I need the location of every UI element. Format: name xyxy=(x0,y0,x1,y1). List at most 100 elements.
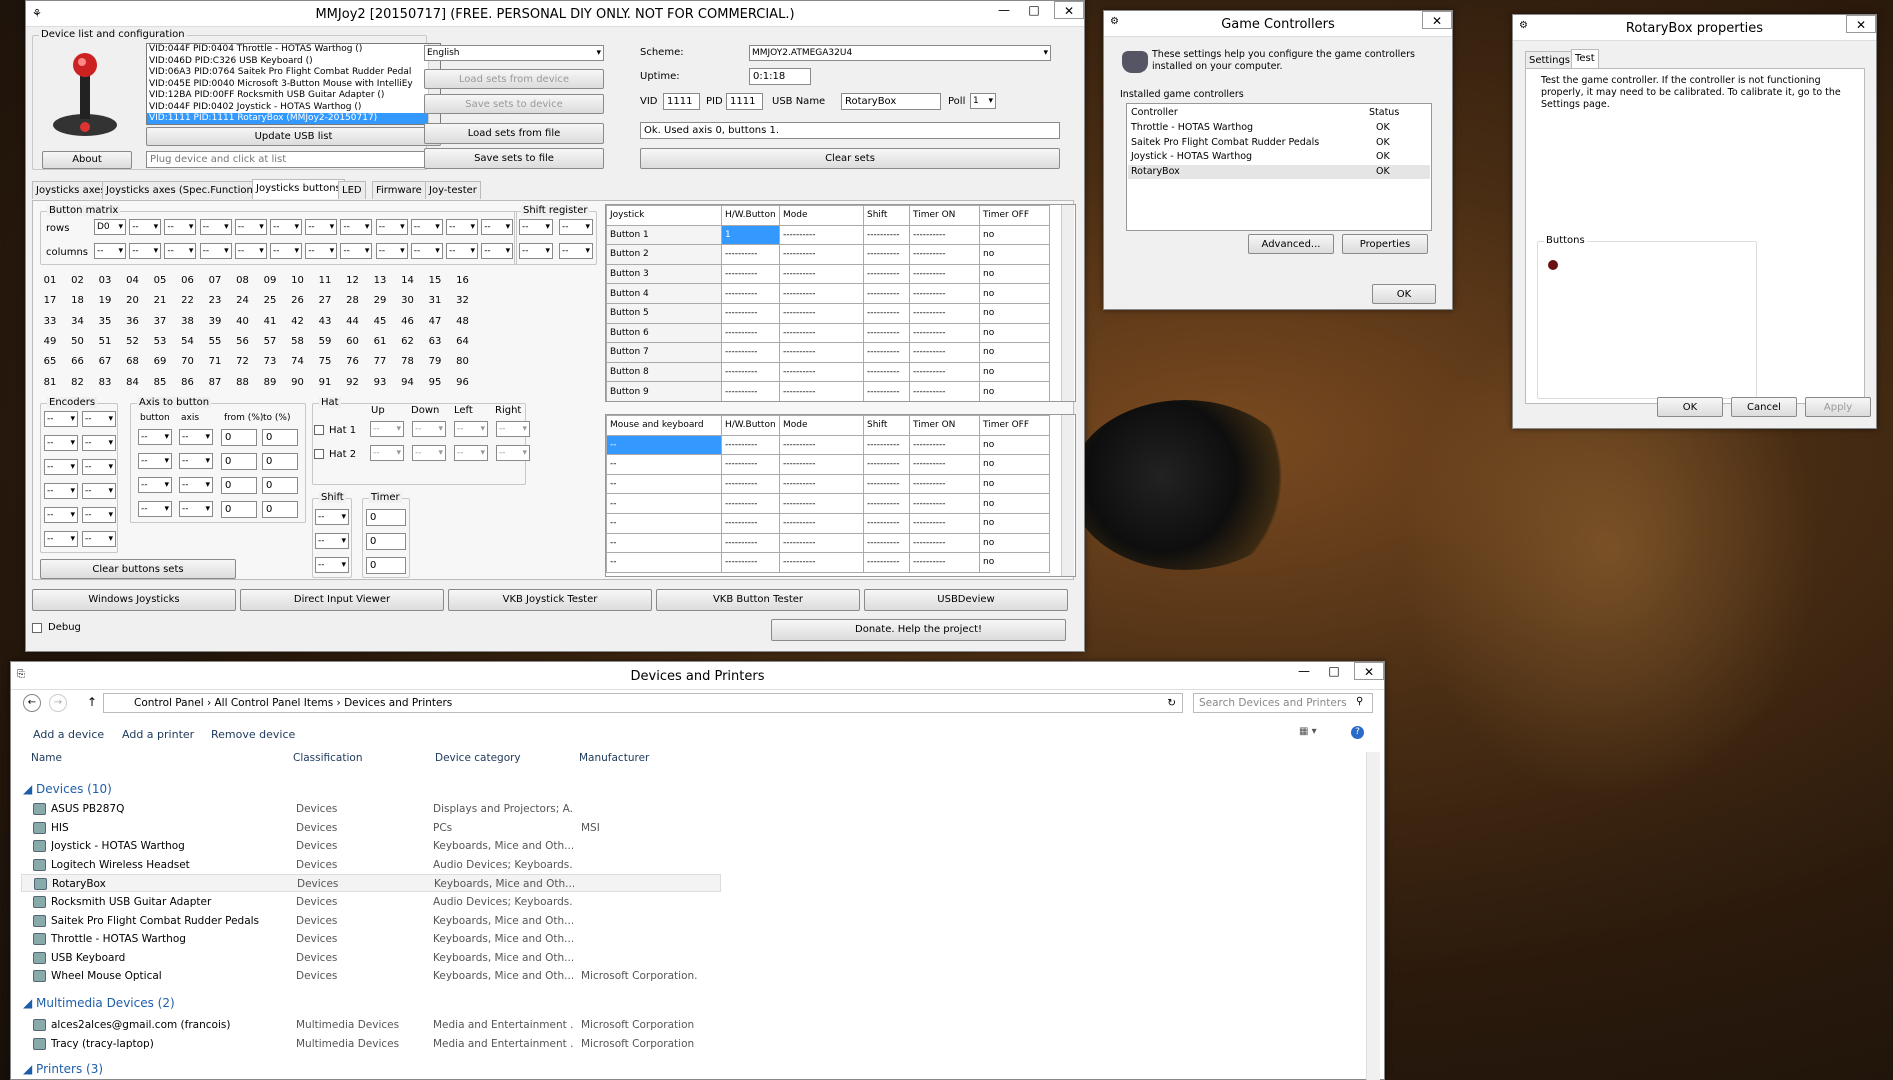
table-cell[interactable]: -- xyxy=(606,473,722,495)
button-85[interactable]: 85 xyxy=(150,375,170,390)
hat1-checkbox[interactable] xyxy=(314,425,324,435)
button-01[interactable]: 01 xyxy=(40,273,60,288)
rb-tab-settings[interactable]: Settings xyxy=(1525,51,1575,69)
encoder-select[interactable]: -- xyxy=(82,483,116,499)
button-10[interactable]: 10 xyxy=(288,273,308,288)
device-list[interactable]: VID:044F PID:0404 Throttle - HOTAS Warth… xyxy=(146,43,441,125)
rotarybox-titlebar[interactable]: ⚙ RotaryBox properties ✕ xyxy=(1513,15,1876,41)
mouse-keyboard-row[interactable]: -- ---------- ---------- ---------- --------… xyxy=(606,434,1050,456)
mouse-keyboard-row[interactable]: -- ---------- ---------- ---------- --------… xyxy=(606,552,1050,573)
minimize-button[interactable]: — xyxy=(990,1,1018,19)
button-65[interactable]: 65 xyxy=(40,354,60,369)
encoder-select[interactable]: -- xyxy=(44,483,78,499)
device-row[interactable]: Saitek Pro Flight Combat Rudder Pedals De… xyxy=(21,912,721,930)
button-21[interactable]: 21 xyxy=(150,293,170,308)
button-27[interactable]: 27 xyxy=(315,293,335,308)
table-cell[interactable]: ---------- xyxy=(909,434,980,456)
button-47[interactable]: 47 xyxy=(425,314,445,329)
button-07[interactable]: 07 xyxy=(205,273,225,288)
shift-select[interactable]: -- xyxy=(315,509,349,525)
mouse-keyboard-row[interactable]: -- ---------- ---------- ---------- --------… xyxy=(606,532,1050,554)
button-73[interactable]: 73 xyxy=(260,354,280,369)
button-48[interactable]: 48 xyxy=(453,314,473,329)
button-96[interactable]: 96 xyxy=(453,375,473,390)
button-43[interactable]: 43 xyxy=(315,314,335,329)
button-09[interactable]: 09 xyxy=(260,273,280,288)
gc-controller-row[interactable]: Saitek Pro Flight Combat Rudder Pedals OK xyxy=(1128,136,1430,150)
atb-from-field[interactable]: 0 xyxy=(221,501,257,518)
dp-maximize-button[interactable]: □ xyxy=(1320,662,1348,680)
button-45[interactable]: 45 xyxy=(370,314,390,329)
device-list-item[interactable]: VID:044F PID:0402 Joystick - HOTAS Warth… xyxy=(147,102,440,114)
mouse-keyboard-row[interactable]: -- ---------- ---------- ---------- --------… xyxy=(606,454,1050,475)
device-row[interactable]: ASUS PB287Q Devices Displays and Projector… xyxy=(21,800,721,818)
button-30[interactable]: 30 xyxy=(398,293,418,308)
timer-field[interactable]: 0 xyxy=(366,533,406,550)
joystick-row[interactable]: Button 8 ---------- ---------- ---------- --… xyxy=(606,361,1050,383)
table-cell[interactable]: no xyxy=(979,283,1050,304)
table-cell[interactable]: ---------- xyxy=(909,244,980,265)
device-row[interactable]: alces2alces@gmail.com (francois) Multimed… xyxy=(21,1016,721,1034)
table-cell[interactable]: -- xyxy=(606,552,722,573)
atb-axis-select[interactable]: -- xyxy=(179,429,213,445)
table-cell[interactable]: ---------- xyxy=(909,532,980,554)
button-80[interactable]: 80 xyxy=(453,354,473,369)
atb-to-field[interactable]: 0 xyxy=(262,429,298,446)
table-cell[interactable]: Button 9 xyxy=(606,381,722,401)
shift-select[interactable]: -- xyxy=(315,533,349,549)
dp-scrollbar[interactable] xyxy=(1366,752,1380,1080)
multimedia-group-header[interactable]: ◢ Multimedia Devices (2) xyxy=(23,996,175,1010)
button-72[interactable]: 72 xyxy=(233,354,253,369)
printers-group-header[interactable]: ◢ Printers (3) xyxy=(23,1062,103,1076)
button-05[interactable]: 05 xyxy=(150,273,170,288)
column-pin-select[interactable]: -- xyxy=(410,243,443,259)
joystick-table[interactable]: Joystick H/W.Button Mode Shift Timer ON Timer… xyxy=(605,204,1076,402)
device-list-item[interactable]: VID:046D PID:C326 USB Keyboard () xyxy=(147,56,440,68)
device-row[interactable]: Tracy (tracy-laptop) Multimedia Devices Me… xyxy=(21,1035,721,1053)
column-header[interactable]: Timer ON xyxy=(909,415,980,436)
add-printer-link[interactable]: Add a printer xyxy=(122,728,194,741)
dp-minimize-button[interactable]: — xyxy=(1290,662,1318,680)
device-list-item[interactable]: VID:045E PID:0040 Microsoft 3-Button Mou… xyxy=(147,79,440,91)
table-cell[interactable]: ---------- xyxy=(721,263,780,285)
atb-axis-select[interactable]: -- xyxy=(179,453,213,469)
tool-button-4[interactable]: USBDeview xyxy=(864,589,1068,611)
button-87[interactable]: 87 xyxy=(205,375,225,390)
tool-button-3[interactable]: VKB Button Tester xyxy=(656,589,860,611)
help-icon[interactable]: ? xyxy=(1351,726,1364,739)
scheme-select[interactable]: MMJOY2.ATMEGA32U4 xyxy=(749,45,1051,61)
button-91[interactable]: 91 xyxy=(315,375,335,390)
shift-register-select[interactable]: -- xyxy=(559,219,593,235)
row-pin-select[interactable]: -- xyxy=(305,219,338,235)
atb-button-select[interactable]: -- xyxy=(138,453,172,469)
rb-tab-test[interactable]: Test xyxy=(1571,49,1599,69)
device-row[interactable]: Rocksmith USB Guitar Adapter Devices Audio… xyxy=(21,893,721,911)
encoder-select[interactable]: -- xyxy=(82,459,116,475)
rb-ok-button[interactable]: OK xyxy=(1657,397,1723,417)
joystick-row[interactable]: Button 9 ---------- ---------- ---------- --… xyxy=(606,381,1050,401)
column-header[interactable]: Mode xyxy=(779,205,864,226)
table-cell[interactable]: no xyxy=(979,434,1050,456)
table-cell[interactable]: ---------- xyxy=(909,283,980,304)
button-71[interactable]: 71 xyxy=(205,354,225,369)
hat-direction-select[interactable]: -- xyxy=(454,445,488,461)
button-57[interactable]: 57 xyxy=(260,334,280,349)
button-51[interactable]: 51 xyxy=(95,334,115,349)
shift-select[interactable]: -- xyxy=(315,557,349,573)
row-pin-select[interactable]: -- xyxy=(410,219,443,235)
address-bar[interactable]: Control Panel › All Control Panel Items … xyxy=(103,693,1183,713)
tab-joystick-axes[interactable]: Joysticks axes xyxy=(32,181,110,199)
table-cell[interactable]: ---------- xyxy=(779,322,864,344)
button-04[interactable]: 04 xyxy=(123,273,143,288)
button-20[interactable]: 20 xyxy=(123,293,143,308)
maximize-button[interactable]: □ xyxy=(1020,1,1048,19)
button-90[interactable]: 90 xyxy=(288,375,308,390)
mmjoy-titlebar[interactable]: ⚘ MMJoy2 [20150717] (FREE. PERSONAL DIY … xyxy=(26,1,1084,27)
hat-direction-select[interactable]: -- xyxy=(412,421,446,437)
device-list-item[interactable]: VID:044F PID:0404 Throttle - HOTAS Warth… xyxy=(147,44,440,56)
button-52[interactable]: 52 xyxy=(123,334,143,349)
devices-group-header[interactable]: ◢ Devices (10) xyxy=(23,782,112,796)
table-cell[interactable]: ---------- xyxy=(909,263,980,285)
button-64[interactable]: 64 xyxy=(453,334,473,349)
table-cell[interactable]: Button 6 xyxy=(606,322,722,344)
